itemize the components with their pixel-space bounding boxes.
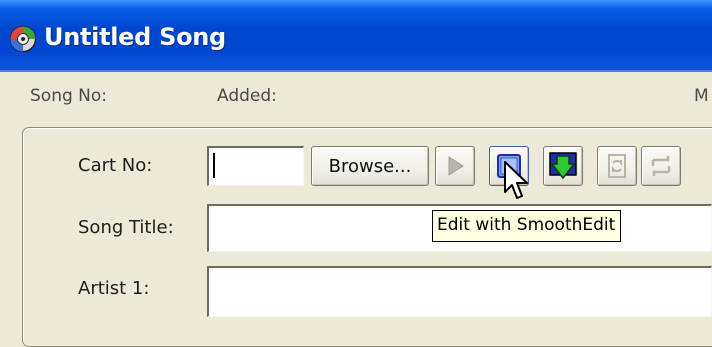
browse-button-label: Browse... — [328, 155, 412, 177]
download-button[interactable] — [543, 146, 583, 186]
play-icon — [448, 156, 464, 176]
text-caret — [213, 153, 215, 178]
cart-no-label: Cart No: — [78, 155, 153, 176]
browse-button[interactable]: Browse... — [311, 146, 429, 186]
truncated-label: M — [694, 86, 709, 106]
cart-no-input[interactable] — [207, 146, 304, 186]
smoothedit-tooltip: Edit with SmoothEdit — [432, 210, 622, 242]
artist-1-label: Artist 1: — [78, 278, 150, 299]
song-title-label: Song Title: — [78, 217, 174, 238]
artist-1-input[interactable] — [207, 266, 712, 317]
song-no-label: Song No: — [30, 86, 108, 106]
added-label: Added: — [217, 86, 277, 106]
window-title: Untitled Song — [44, 23, 226, 51]
refresh-icon — [608, 154, 626, 178]
download-arrow-icon — [549, 152, 577, 180]
swap-icon — [651, 156, 671, 176]
play-button[interactable] — [435, 146, 475, 186]
refresh-button[interactable] — [597, 146, 637, 186]
mouse-pointer-icon — [504, 161, 528, 199]
cd-disc-icon — [9, 25, 37, 53]
title-bar[interactable]: Untitled Song — [0, 0, 712, 72]
swap-button[interactable] — [641, 146, 681, 186]
